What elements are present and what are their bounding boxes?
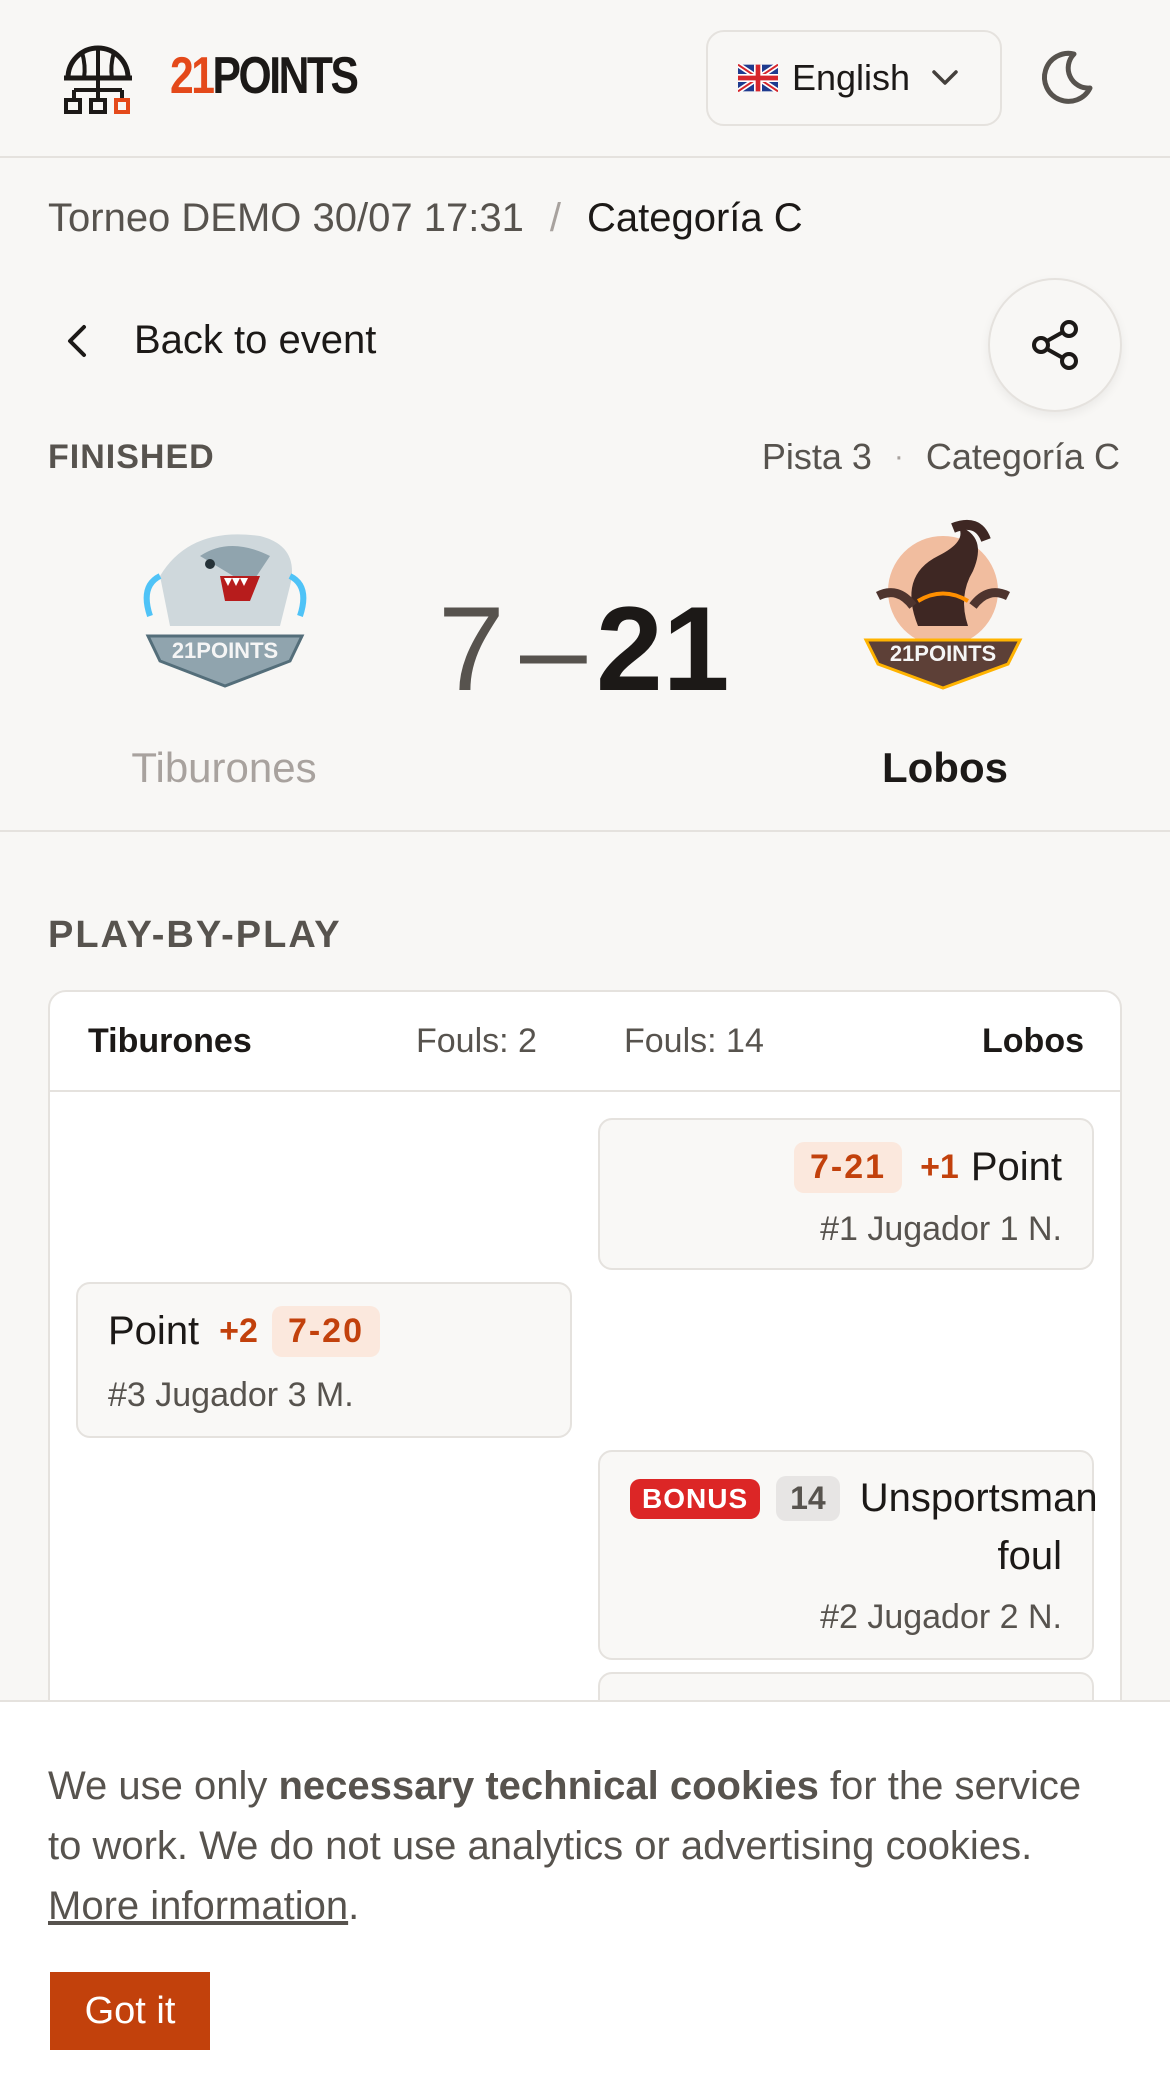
event-type: Unsportsman bbox=[859, 1476, 1098, 1520]
cookie-banner: We use only necessary technical cookies … bbox=[0, 1700, 1170, 2100]
share-button[interactable] bbox=[988, 278, 1122, 412]
event-points: +1 bbox=[920, 1148, 959, 1186]
event-score-badge: 7-21 bbox=[794, 1142, 903, 1193]
play-event: 7-21 +1 Point #1 Jugador 1 N. bbox=[598, 1118, 1094, 1270]
cookie-text-start: We use only bbox=[48, 1764, 279, 1808]
home-team-name[interactable]: Tiburones bbox=[74, 744, 374, 792]
chevron-left-icon bbox=[68, 324, 86, 357]
uk-flag-icon bbox=[738, 64, 778, 92]
brand-wordmark[interactable]: 21POINTS bbox=[170, 46, 359, 106]
share-icon bbox=[1032, 320, 1078, 370]
play-event: BONUS 14 Unsportsman foul #2 Jugador 2 N… bbox=[598, 1450, 1098, 1660]
brand-rest: POINTS bbox=[212, 47, 359, 105]
chevron-down-icon bbox=[932, 70, 958, 85]
event-player: #2 Jugador 2 N. bbox=[820, 1598, 1062, 1636]
score-separator: – bbox=[520, 582, 587, 716]
moon-icon[interactable] bbox=[1036, 48, 1096, 108]
match-meta: Pista 3 · Categoría C bbox=[762, 436, 1120, 478]
language-selector[interactable]: English bbox=[706, 30, 1002, 126]
home-team-logo: 21POINTS bbox=[143, 534, 307, 688]
away-score: 21 bbox=[596, 582, 730, 716]
pbp-home-team: Tiburones bbox=[88, 1022, 252, 1060]
app-header: 21POINTS English bbox=[0, 0, 1170, 158]
back-label: Back to event bbox=[134, 318, 377, 362]
got-it-button[interactable]: Got it bbox=[50, 1972, 210, 2050]
court-label: Pista 3 bbox=[761, 436, 872, 477]
event-points: +2 bbox=[219, 1312, 258, 1350]
away-team-name[interactable]: Lobos bbox=[795, 744, 1095, 792]
cookie-text-period: . bbox=[348, 1884, 360, 1928]
pbp-home-fouls: Fouls: 2 bbox=[416, 1022, 537, 1060]
event-type: Point bbox=[970, 1145, 1062, 1189]
category-label: Categoría C bbox=[925, 436, 1120, 477]
play-by-play-title: PLAY-BY-PLAY bbox=[48, 914, 342, 956]
event-player: #3 Jugador 3 M. bbox=[108, 1376, 354, 1414]
match-status: FINISHED bbox=[48, 438, 215, 476]
breadcrumb-category[interactable]: Categoría C bbox=[587, 196, 803, 241]
logo-icon[interactable] bbox=[56, 38, 140, 118]
away-logo-text: 21POINTS bbox=[890, 641, 996, 666]
breadcrumb-event[interactable]: Torneo DEMO 30/07 17:31 bbox=[48, 196, 524, 241]
event-type: Point bbox=[108, 1309, 200, 1353]
home-score: 7 bbox=[438, 582, 505, 716]
bonus-badge: BONUS bbox=[630, 1478, 761, 1519]
breadcrumb: Torneo DEMO 30/07 17:31 / Categoría C bbox=[48, 196, 803, 241]
play-by-play-header: Tiburones Fouls: 2 Fouls: 14 Lobos bbox=[50, 992, 1120, 1092]
event-type-continued: foul bbox=[997, 1534, 1063, 1578]
play-event: Point +2 7-20 #3 Jugador 3 M. bbox=[76, 1282, 572, 1438]
meta-separator: · bbox=[893, 440, 904, 473]
away-team-logo: 21POINTS bbox=[863, 520, 1023, 690]
breadcrumb-separator: / bbox=[549, 196, 561, 240]
pbp-away-team: Lobos bbox=[982, 1022, 1084, 1060]
foul-count-badge: 14 bbox=[776, 1476, 840, 1521]
cookie-text-bold: necessary technical cookies bbox=[278, 1764, 819, 1808]
cookie-message: We use only necessary technical cookies … bbox=[48, 1756, 1108, 1936]
back-to-event-link[interactable]: Back to event bbox=[64, 318, 376, 363]
event-player: #1 Jugador 1 N. bbox=[820, 1210, 1062, 1248]
more-information-link[interactable]: More information bbox=[48, 1884, 348, 1928]
event-score-badge: 7-20 bbox=[271, 1306, 380, 1357]
pbp-away-fouls: Fouls: 14 bbox=[624, 1022, 764, 1060]
home-logo-text: 21POINTS bbox=[172, 638, 278, 663]
section-divider bbox=[0, 830, 1170, 832]
language-label: English bbox=[792, 57, 911, 98]
brand-accent: 21 bbox=[170, 47, 215, 105]
